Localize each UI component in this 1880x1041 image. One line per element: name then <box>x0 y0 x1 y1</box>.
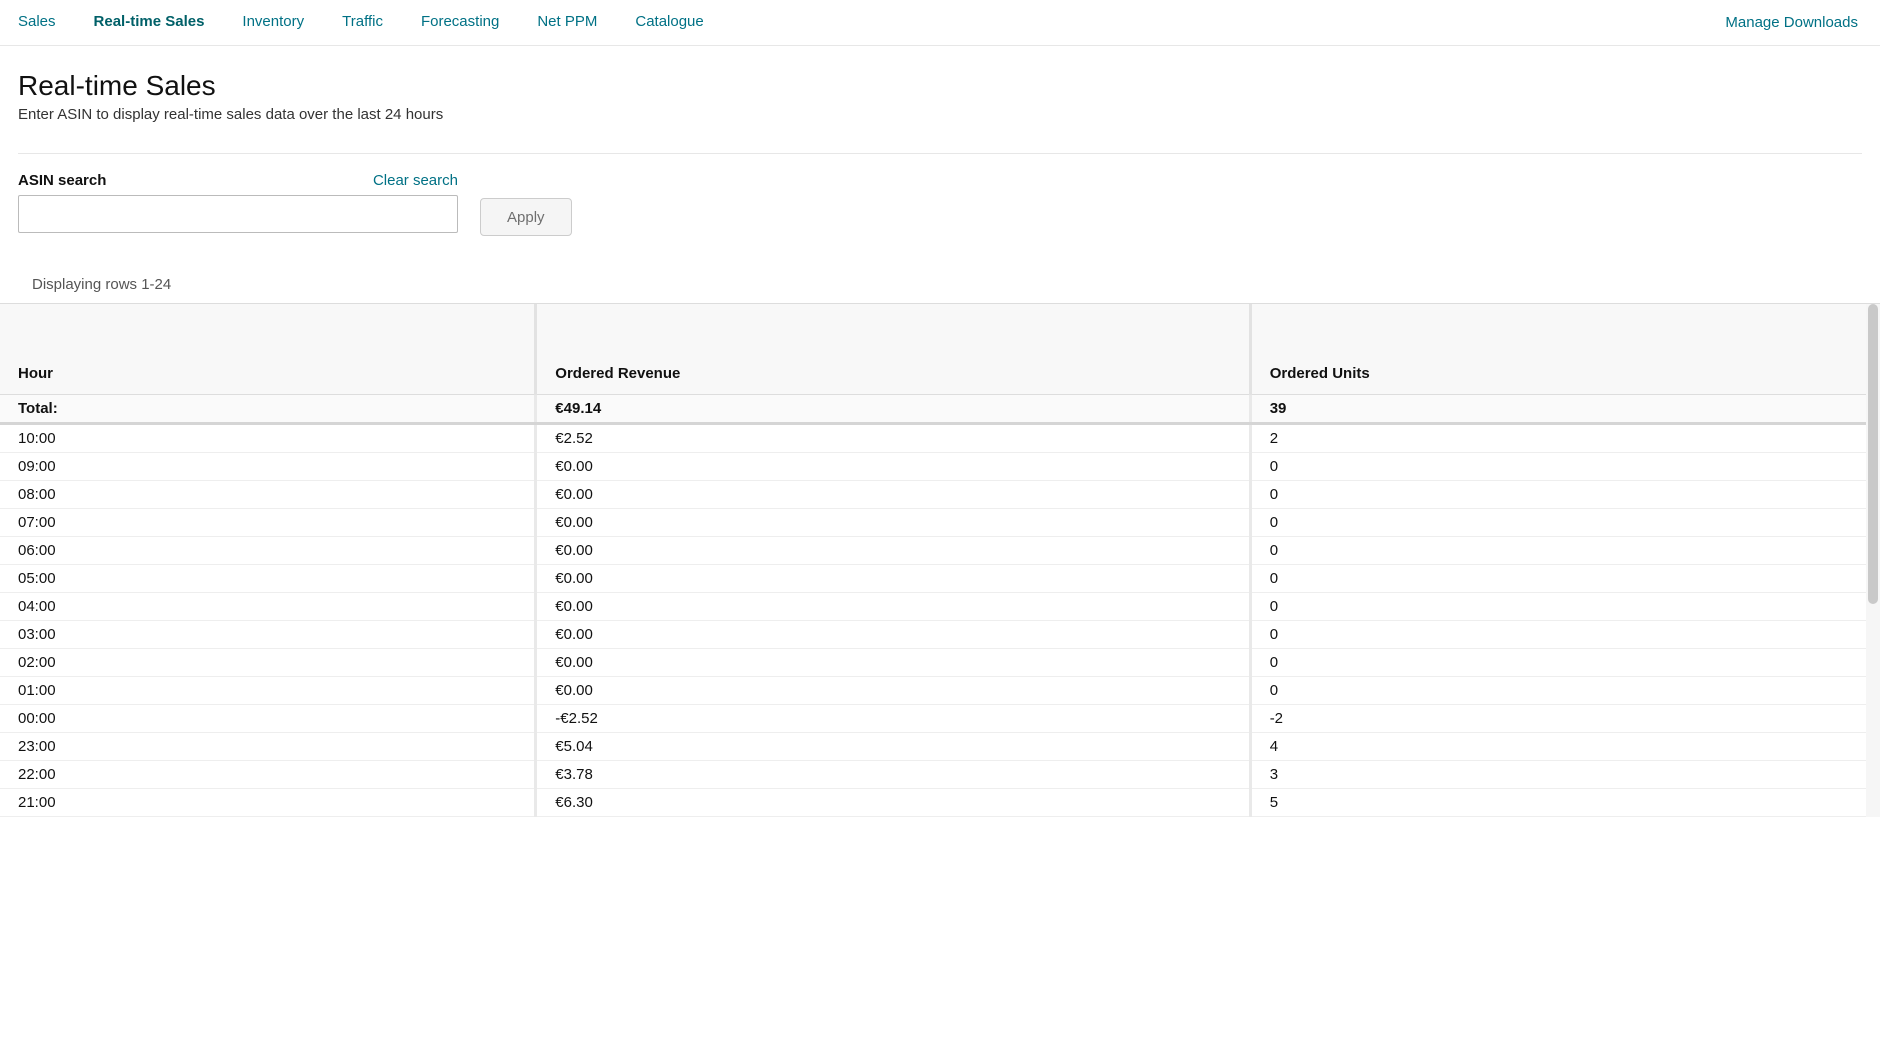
table-row: 05:00€0.000 <box>0 564 1880 592</box>
asin-search-input[interactable] <box>18 195 458 233</box>
cell-hour: 08:00 <box>0 480 536 508</box>
cell-units: 3 <box>1250 760 1880 788</box>
rows-display-info: Displaying rows 1-24 <box>32 276 1862 293</box>
table-row: 08:00€0.000 <box>0 480 1880 508</box>
table-header-row: Hour Ordered Revenue Ordered Units <box>0 304 1880 394</box>
table-row: 01:00€0.000 <box>0 676 1880 704</box>
cell-revenue: €3.78 <box>536 760 1250 788</box>
cell-units: 0 <box>1250 564 1880 592</box>
table-row: 04:00€0.000 <box>0 592 1880 620</box>
cell-revenue: €5.04 <box>536 732 1250 760</box>
table-row: 00:00-€2.52-2 <box>0 704 1880 732</box>
table-total-row: Total: €49.14 39 <box>0 394 1880 423</box>
cell-units: 2 <box>1250 423 1880 452</box>
cell-units: 5 <box>1250 788 1880 816</box>
table-wrapper: Hour Ordered Revenue Ordered Units Total… <box>0 303 1880 817</box>
cell-units: 0 <box>1250 676 1880 704</box>
cell-hour: 06:00 <box>0 536 536 564</box>
cell-units: -2 <box>1250 704 1880 732</box>
cell-revenue: €2.52 <box>536 423 1250 452</box>
cell-hour: 10:00 <box>0 423 536 452</box>
cell-units: 0 <box>1250 508 1880 536</box>
header-revenue[interactable]: Ordered Revenue <box>536 304 1250 394</box>
table-row: 03:00€0.000 <box>0 620 1880 648</box>
cell-revenue: €0.00 <box>536 648 1250 676</box>
cell-units: 0 <box>1250 480 1880 508</box>
header-hour[interactable]: Hour <box>0 304 536 394</box>
cell-revenue: €0.00 <box>536 592 1250 620</box>
cell-units: 0 <box>1250 536 1880 564</box>
cell-units: 0 <box>1250 620 1880 648</box>
nav-tab-real-time-sales[interactable]: Real-time Sales <box>94 0 223 46</box>
manage-downloads-link[interactable]: Manage Downloads <box>1725 14 1862 31</box>
table-row: 10:00€2.522 <box>0 423 1880 452</box>
table-row: 22:00€3.783 <box>0 760 1880 788</box>
cell-hour: 04:00 <box>0 592 536 620</box>
nav-tab-sales[interactable]: Sales <box>18 0 74 46</box>
cell-hour: 07:00 <box>0 508 536 536</box>
table-row: 02:00€0.000 <box>0 648 1880 676</box>
sales-data-table: Hour Ordered Revenue Ordered Units Total… <box>0 304 1880 817</box>
nav-tabs: Sales Real-time Sales Inventory Traffic Fore… <box>0 0 1880 46</box>
cell-revenue: €0.00 <box>536 564 1250 592</box>
nav-tab-inventory[interactable]: Inventory <box>242 0 322 46</box>
cell-hour: 22:00 <box>0 760 536 788</box>
scrollbar-vertical[interactable] <box>1866 304 1880 817</box>
nav-tab-traffic[interactable]: Traffic <box>342 0 401 46</box>
cell-units: 0 <box>1250 648 1880 676</box>
cell-revenue: -€2.52 <box>536 704 1250 732</box>
table-row: 23:00€5.044 <box>0 732 1880 760</box>
cell-hour: 23:00 <box>0 732 536 760</box>
search-section: ASIN search Clear search Apply <box>18 172 1862 236</box>
cell-hour: 01:00 <box>0 676 536 704</box>
total-label: Total: <box>0 394 536 423</box>
cell-hour: 00:00 <box>0 704 536 732</box>
cell-revenue: €0.00 <box>536 452 1250 480</box>
cell-revenue: €0.00 <box>536 620 1250 648</box>
clear-search-link[interactable]: Clear search <box>373 172 458 189</box>
table-row: 21:00€6.305 <box>0 788 1880 816</box>
table-row: 07:00€0.000 <box>0 508 1880 536</box>
scrollbar-thumb[interactable] <box>1868 304 1878 604</box>
page-subtitle: Enter ASIN to display real-time sales da… <box>18 106 1862 123</box>
table-row: 09:00€0.000 <box>0 452 1880 480</box>
divider <box>18 153 1862 154</box>
cell-revenue: €0.00 <box>536 676 1250 704</box>
header-units[interactable]: Ordered Units <box>1250 304 1880 394</box>
cell-units: 0 <box>1250 452 1880 480</box>
cell-units: 0 <box>1250 592 1880 620</box>
cell-hour: 05:00 <box>0 564 536 592</box>
cell-revenue: €6.30 <box>536 788 1250 816</box>
cell-revenue: €0.00 <box>536 508 1250 536</box>
apply-button[interactable]: Apply <box>480 198 572 236</box>
cell-revenue: €0.00 <box>536 480 1250 508</box>
cell-hour: 02:00 <box>0 648 536 676</box>
page-title: Real-time Sales <box>18 70 1862 102</box>
cell-units: 4 <box>1250 732 1880 760</box>
total-units: 39 <box>1250 394 1880 423</box>
total-revenue: €49.14 <box>536 394 1250 423</box>
cell-revenue: €0.00 <box>536 536 1250 564</box>
asin-search-label: ASIN search <box>18 172 106 189</box>
asin-search-group: ASIN search Clear search <box>18 172 458 233</box>
nav-tab-forecasting[interactable]: Forecasting <box>421 0 517 46</box>
cell-hour: 03:00 <box>0 620 536 648</box>
cell-hour: 09:00 <box>0 452 536 480</box>
table-row: 06:00€0.000 <box>0 536 1880 564</box>
nav-tab-catalogue[interactable]: Catalogue <box>635 0 721 46</box>
cell-hour: 21:00 <box>0 788 536 816</box>
nav-tab-net-ppm[interactable]: Net PPM <box>537 0 615 46</box>
